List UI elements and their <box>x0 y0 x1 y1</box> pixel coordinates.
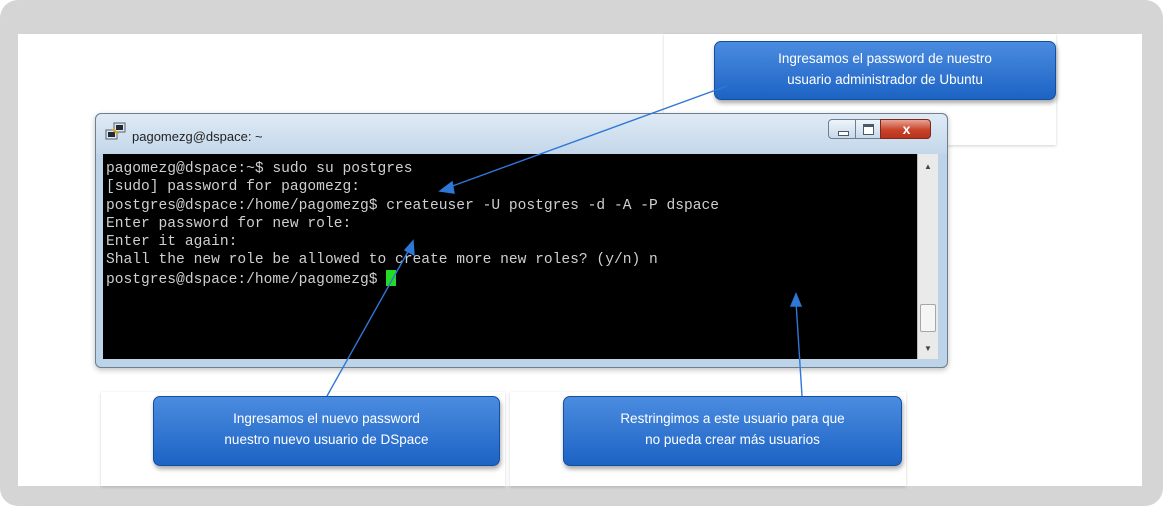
arrow-head-icon <box>403 239 415 257</box>
arrow-to-answer-n <box>795 301 803 397</box>
arrow-to-sudo-password <box>446 85 728 189</box>
arrow-to-new-role-password <box>326 247 411 397</box>
arrow-head-icon <box>789 292 803 307</box>
arrow-head-icon <box>438 180 455 194</box>
annotation-arrows <box>326 85 803 397</box>
